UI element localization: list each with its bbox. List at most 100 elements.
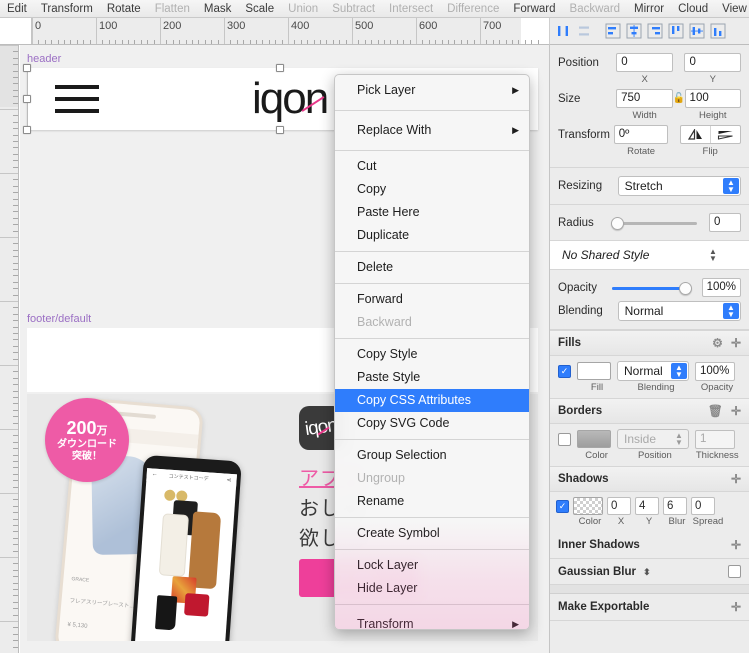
position-x-input[interactable]: 0 xyxy=(616,53,673,72)
fill-blending-stepper-icon[interactable]: ▲ ▼ xyxy=(671,363,687,379)
context-menu-item-copy[interactable]: Copy xyxy=(335,178,529,201)
shadow-enabled-checkbox[interactable]: ✓ xyxy=(556,499,569,513)
outfit-collage xyxy=(142,487,229,652)
fill-blending-sublabel: Blending xyxy=(637,382,675,393)
context-menu-item-rename[interactable]: Rename xyxy=(335,490,529,513)
shadow-color-swatch[interactable] xyxy=(573,497,603,515)
toolbar-item-scale[interactable]: Scale xyxy=(238,0,281,18)
fill-blending-select[interactable]: Normal ▲ ▼ xyxy=(617,361,689,381)
border-thickness-input[interactable]: 1 xyxy=(695,429,735,449)
toolbar-item-mirror[interactable]: Mirror xyxy=(627,0,671,18)
align-top-icon[interactable] xyxy=(666,21,686,41)
toolbar-item-cloud[interactable]: Cloud xyxy=(671,0,715,18)
artboard-label-footer[interactable]: footer/default xyxy=(27,313,91,325)
opacity-slider[interactable] xyxy=(611,281,692,295)
phone-white-brand: GRACE xyxy=(71,576,90,584)
vruler-minor-tick xyxy=(13,505,18,507)
toolbar-item-view[interactable]: View xyxy=(715,0,749,18)
context-menu-item-lock-layer[interactable]: Lock Layer xyxy=(335,554,529,577)
gaussian-blur-section-header[interactable]: Gaussian Blur ⬍ xyxy=(550,559,749,585)
make-exportable-section-header[interactable]: Make Exportable ✛ xyxy=(550,594,749,621)
context-menu-item-hide-layer[interactable]: Hide Layer xyxy=(335,577,529,600)
radius-slider[interactable] xyxy=(611,216,698,230)
context-menu-item-forward[interactable]: Forward xyxy=(335,288,529,311)
shared-style-stepper-icon[interactable]: ▲ ▼ xyxy=(705,247,721,263)
align-distribute-horizontal-icon[interactable] xyxy=(553,21,573,41)
blending-select[interactable]: Normal ▲ ▼ xyxy=(617,301,741,321)
radius-input[interactable]: 0 xyxy=(709,213,741,232)
toolbar-item-mask[interactable]: Mask xyxy=(197,0,238,18)
context-menu-item-copy-css-attributes[interactable]: Copy CSS Attributes xyxy=(335,389,529,412)
plus-icon[interactable]: ✛ xyxy=(731,472,741,486)
context-menu-item-replace-with[interactable]: Replace With ▶ xyxy=(335,115,529,146)
align-bottom-icon[interactable] xyxy=(708,21,728,41)
opacity-row: Opacity 100% xyxy=(558,278,741,297)
stepper-icon[interactable]: ⬍ xyxy=(643,567,651,577)
shared-style-select[interactable]: No Shared Style ▲ ▼ xyxy=(556,245,743,265)
plus-icon[interactable]: ✛ xyxy=(731,404,741,418)
gear-icon[interactable]: ⚙ xyxy=(712,336,723,350)
inner-shadows-section-header[interactable]: Inner Shadows ✛ xyxy=(550,532,749,559)
context-menu-item-paste-style[interactable]: Paste Style xyxy=(335,366,529,389)
position-y-input[interactable]: 0 xyxy=(684,53,742,72)
hamburger-menu-icon[interactable] xyxy=(55,84,99,114)
align-left-icon[interactable] xyxy=(603,21,623,41)
border-color-swatch[interactable] xyxy=(577,430,611,448)
align-right-icon[interactable] xyxy=(645,21,665,41)
toolbar-item-transform[interactable]: Transform xyxy=(34,0,100,18)
context-menu-item-paste-here[interactable]: Paste Here xyxy=(335,201,529,224)
align-middle-vertical-icon[interactable] xyxy=(687,21,707,41)
flip-horizontal-icon[interactable] xyxy=(681,126,711,143)
context-menu[interactable]: Pick Layer ▶ Replace With ▶ Cut Copy Paste Her… xyxy=(334,74,530,630)
fill-opacity-input[interactable]: 100% xyxy=(695,361,735,381)
fill-enabled-checkbox[interactable]: ✓ xyxy=(558,364,571,378)
context-menu-item-copy-style[interactable]: Copy Style xyxy=(335,343,529,366)
blending-stepper-icon[interactable]: ▲ ▼ xyxy=(723,303,739,319)
rotate-input[interactable]: 0º xyxy=(613,125,669,144)
gaussian-blur-checkbox[interactable] xyxy=(728,565,741,578)
shadow-x-input[interactable]: 0 xyxy=(607,497,631,515)
stepper-icon[interactable]: ▲ ▼ xyxy=(723,178,739,194)
align-distribute-vertical-icon[interactable] xyxy=(574,21,594,41)
context-menu-item-cut[interactable]: Cut xyxy=(335,155,529,178)
shadow-spread-input[interactable]: 0 xyxy=(691,497,715,515)
toolbar-item-forward[interactable]: Forward xyxy=(506,0,562,18)
context-menu-item-label: Copy Style xyxy=(357,347,418,361)
inspector-panel[interactable]: Position 0 0 X Y Size 750 🔓 100 Width He… xyxy=(549,45,749,653)
shadow-y-input[interactable]: 4 xyxy=(635,497,659,515)
context-menu-item-create-symbol[interactable]: Create Symbol xyxy=(335,522,529,545)
toolbar-item-rotate[interactable]: Rotate xyxy=(100,0,148,18)
ruler-minor-tick xyxy=(492,40,494,44)
opacity-slider-knob[interactable] xyxy=(678,281,692,295)
vertical-ruler[interactable] xyxy=(0,45,19,653)
context-menu-item-transform[interactable]: Transform ▶ xyxy=(335,609,529,629)
plus-icon[interactable]: ✛ xyxy=(731,336,741,350)
context-menu-item-copy-svg-code[interactable]: Copy SVG Code xyxy=(335,412,529,435)
radius-slider-knob[interactable] xyxy=(611,216,625,230)
unlock-icon[interactable]: 🔓 xyxy=(673,93,685,104)
align-center-horizontal-icon[interactable] xyxy=(624,21,644,41)
flip-vertical-icon[interactable] xyxy=(711,126,740,143)
resizing-select[interactable]: Stretch ▲ ▼ xyxy=(617,176,741,196)
ruler-minor-tick xyxy=(268,40,270,44)
vruler-minor-tick xyxy=(13,352,18,354)
context-menu-item-group-selection[interactable]: Group Selection xyxy=(335,444,529,467)
context-menu-item-pick-layer[interactable]: Pick Layer ▶ xyxy=(335,75,529,106)
opacity-input[interactable]: 100% xyxy=(701,278,741,297)
border-position-select[interactable]: Inside ▲ ▼ xyxy=(617,429,689,449)
context-menu-item-delete[interactable]: Delete xyxy=(335,256,529,279)
fill-color-swatch[interactable] xyxy=(577,362,611,380)
trash-icon[interactable]: 🗑 xyxy=(708,404,723,418)
border-position-stepper-icon[interactable]: ▲ ▼ xyxy=(671,431,687,447)
size-height-input[interactable]: 100 xyxy=(684,89,742,108)
border-enabled-checkbox[interactable] xyxy=(558,432,571,446)
toolbar-item-edit[interactable]: Edit xyxy=(0,0,34,18)
context-menu-item-duplicate[interactable]: Duplicate xyxy=(335,224,529,247)
ruler-minor-tick xyxy=(192,40,193,44)
artboard-label-header[interactable]: header xyxy=(27,53,61,65)
plus-icon[interactable]: ✛ xyxy=(731,538,741,552)
size-width-input[interactable]: 750 xyxy=(616,89,673,108)
share-icon: ⋖ xyxy=(226,477,232,484)
shadow-blur-input[interactable]: 6 xyxy=(663,497,687,515)
plus-icon[interactable]: ✛ xyxy=(731,600,741,614)
